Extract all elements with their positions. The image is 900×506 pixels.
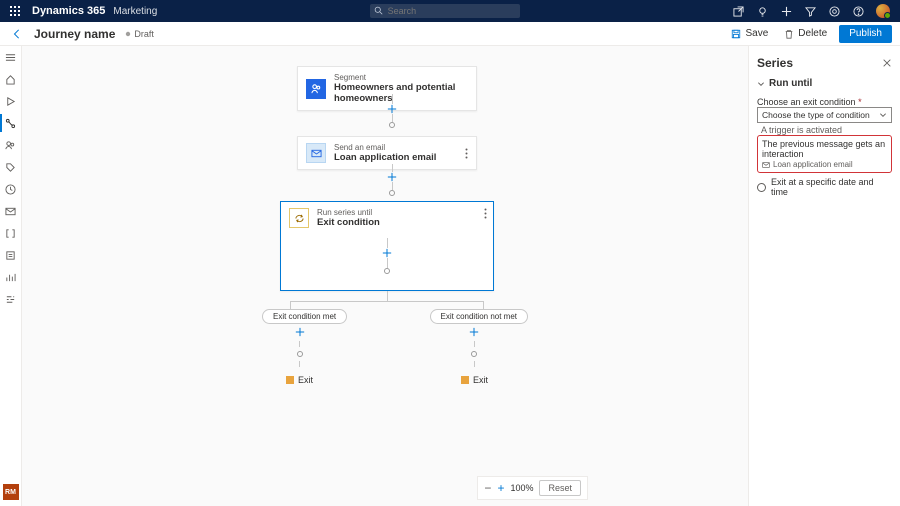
persona-badge[interactable]: RM — [3, 484, 19, 500]
connector-end-icon — [471, 351, 477, 357]
search-input[interactable] — [370, 4, 520, 18]
main-area: RM Segment Homeowners and potential home… — [0, 46, 900, 506]
panel-close-icon[interactable] — [882, 58, 892, 68]
panel-title: Series — [757, 56, 793, 70]
connector-end-icon — [297, 351, 303, 357]
radio-icon — [757, 183, 766, 192]
publish-button[interactable]: Publish — [839, 25, 892, 43]
nav-form-icon[interactable] — [4, 248, 18, 262]
email-title: Loan application email — [334, 152, 436, 163]
user-avatar[interactable] — [876, 4, 890, 18]
nav-settings-icon[interactable] — [4, 292, 18, 306]
series-title: Exit condition — [317, 217, 380, 228]
connector-end-icon — [389, 190, 395, 196]
zoom-reset-button[interactable]: Reset — [539, 480, 581, 496]
search-box[interactable] — [370, 4, 520, 18]
nav-mail-icon[interactable] — [4, 204, 18, 218]
page-title: Journey name — [34, 27, 115, 41]
connector — [387, 164, 397, 196]
command-bar: Journey name Draft Save Delete Publish — [0, 22, 900, 46]
email-subtitle: Send an email — [334, 143, 436, 152]
exit-condition-select[interactable]: Choose the type of condition — [757, 107, 892, 123]
exit-condition-label: Choose an exit condition * — [757, 97, 892, 107]
section-run-until[interactable]: Run until — [757, 78, 892, 89]
left-nav: RM — [0, 46, 22, 506]
nav-chart-icon[interactable] — [4, 270, 18, 284]
branch-notmet-pill[interactable]: Exit condition not met — [430, 309, 528, 324]
app-launcher-icon[interactable] — [4, 6, 26, 16]
help-icon[interactable] — [852, 4, 866, 18]
option-exit-datetime[interactable]: Exit at a specific date and time — [757, 177, 892, 197]
flag-icon — [286, 376, 294, 384]
back-button[interactable] — [8, 29, 26, 39]
email-icon — [306, 143, 326, 163]
segment-title: Homeowners and potential homeowners — [334, 82, 468, 104]
segment-subtitle: Segment — [334, 73, 468, 82]
zoom-in-button[interactable]: + — [497, 481, 504, 495]
option-previous-message-interaction[interactable]: The previous message gets an interaction… — [757, 135, 892, 173]
dot-icon — [125, 31, 131, 37]
settings-icon[interactable] — [828, 4, 842, 18]
connector — [387, 94, 397, 128]
nav-people-icon[interactable] — [4, 138, 18, 152]
series-node[interactable]: Run series until Exit condition — [280, 201, 494, 291]
zoom-controls: − + 100% Reset — [477, 476, 588, 500]
nav-menu-icon[interactable] — [4, 50, 18, 64]
add-step-icon[interactable] — [469, 327, 479, 337]
brand-label: Dynamics 365 — [32, 5, 105, 17]
add-step-icon[interactable] — [387, 104, 397, 114]
branch-met-pill[interactable]: Exit condition met — [262, 309, 347, 324]
nav-bracket-icon[interactable] — [4, 226, 18, 240]
save-icon — [731, 29, 741, 39]
add-step-icon[interactable] — [295, 327, 305, 337]
connector-end-icon — [389, 122, 395, 128]
status-badge: Draft — [125, 29, 154, 39]
open-new-window-icon[interactable] — [732, 4, 746, 18]
search-icon — [374, 6, 383, 15]
exit-right: Exit — [461, 375, 488, 385]
add-icon[interactable] — [780, 4, 794, 18]
exit-left: Exit — [286, 375, 313, 385]
series-inner-drop[interactable] — [289, 228, 485, 284]
add-step-icon[interactable] — [387, 172, 397, 182]
nav-journey-icon[interactable] — [4, 116, 18, 130]
zoom-out-button[interactable]: − — [484, 481, 491, 495]
chevron-down-icon — [757, 80, 765, 88]
zoom-level: 100% — [510, 483, 533, 493]
email-icon — [762, 161, 770, 169]
trash-icon — [784, 29, 794, 39]
top-bar: Dynamics 365 Marketing — [0, 0, 900, 22]
lightbulb-icon[interactable] — [756, 4, 770, 18]
add-step-icon[interactable] — [382, 248, 392, 258]
delete-button[interactable]: Delete — [780, 25, 831, 43]
properties-panel: Series Run until Choose an exit conditio… — [748, 46, 900, 506]
module-label: Marketing — [113, 6, 157, 17]
flag-icon — [461, 376, 469, 384]
nav-home-icon[interactable] — [4, 72, 18, 86]
nav-tag-icon[interactable] — [4, 160, 18, 174]
journey-canvas[interactable]: Segment Homeowners and potential homeown… — [22, 46, 748, 506]
branch-left-connector: Exit — [286, 327, 313, 385]
email-more-icon[interactable] — [457, 148, 468, 159]
branch-split: Exit condition met Exit condition not me… — [250, 291, 524, 381]
chevron-down-icon — [879, 111, 887, 119]
segment-icon — [306, 79, 326, 99]
nav-clock-icon[interactable] — [4, 182, 18, 196]
connector-end-icon — [384, 268, 390, 274]
filter-icon[interactable] — [804, 4, 818, 18]
branch-right-connector: Exit — [461, 327, 488, 385]
nav-play-icon[interactable] — [4, 94, 18, 108]
series-subtitle: Run series until — [317, 208, 380, 217]
series-more-icon[interactable] — [476, 208, 487, 219]
save-button[interactable]: Save — [727, 25, 772, 43]
series-icon — [289, 208, 309, 228]
